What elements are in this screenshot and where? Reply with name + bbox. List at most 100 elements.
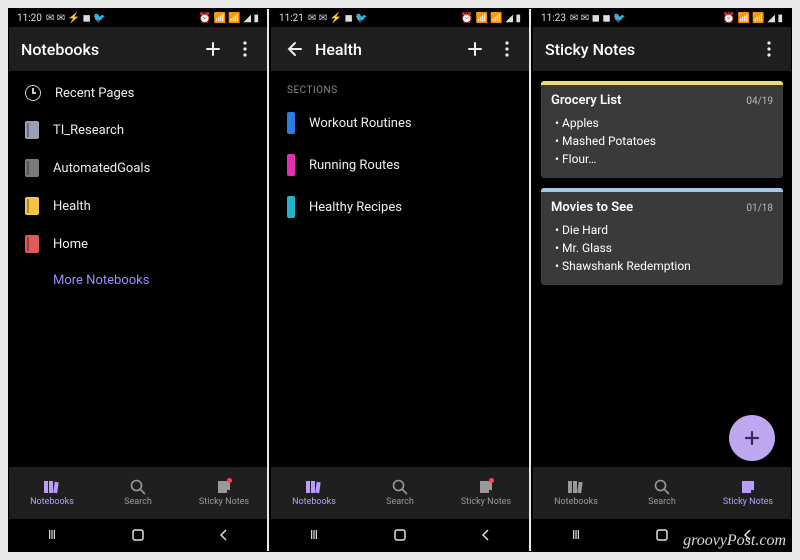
page-title: Notebooks xyxy=(21,40,191,59)
notebook-item[interactable]: Home xyxy=(9,225,267,263)
tab-label: Search xyxy=(648,497,676,507)
sticky-notes-area: Grocery List 04/19 Apples Mashed Potatoe… xyxy=(533,71,791,467)
note-item: Apples xyxy=(555,114,773,132)
clock-text: 11:20 xyxy=(17,13,42,24)
more-icon[interactable] xyxy=(497,39,517,59)
section-color-icon xyxy=(287,154,295,176)
sticky-note-card[interactable]: Movies to See 01/18 Die Hard Mr. Glass S… xyxy=(541,188,783,285)
search-icon xyxy=(129,479,147,495)
recent-pages-label: Recent Pages xyxy=(55,86,134,101)
notebook-label: TI_Research xyxy=(53,123,124,138)
search-icon xyxy=(653,479,671,495)
notebook-icon xyxy=(25,235,39,253)
note-item: Shawshank Redemption xyxy=(555,257,773,275)
tab-label: Notebooks xyxy=(554,497,598,507)
android-nav: Ⅲ xyxy=(9,519,267,551)
more-notebooks-link[interactable]: More Notebooks xyxy=(9,263,267,298)
status-bar: 11:21 ✉ ✉ ⚡ ◼ 🐦 ⏰ 📶 📶 ◢ ▮ xyxy=(271,9,529,27)
new-note-fab[interactable] xyxy=(729,415,775,461)
sticky-icon xyxy=(215,479,233,495)
bottom-tabs: Notebooks Search Sticky Notes xyxy=(9,467,267,519)
tab-label: Search xyxy=(386,497,414,507)
back-button[interactable] xyxy=(476,528,496,542)
recent-pages-item[interactable]: Recent Pages xyxy=(9,75,267,111)
app-bar: Health xyxy=(271,27,529,71)
section-label-text: Healthy Recipes xyxy=(309,200,402,215)
section-color-icon xyxy=(287,196,295,218)
tab-sticky-notes[interactable]: Sticky Notes xyxy=(181,467,267,519)
note-items: Die Hard Mr. Glass Shawshank Redemption xyxy=(551,221,773,275)
notebook-item[interactable]: AutomatedGoals xyxy=(9,149,267,187)
status-icons-right: ⏰ 📶 📶 ◢ ▮ xyxy=(723,13,783,24)
tab-sticky-notes[interactable]: Sticky Notes xyxy=(705,467,791,519)
status-icons-right: ⏰ 📶 📶 ◢ ▮ xyxy=(461,13,521,24)
notebook-item[interactable]: TI_Research xyxy=(9,111,267,149)
tab-label: Sticky Notes xyxy=(199,497,249,507)
tab-search[interactable]: Search xyxy=(95,467,181,519)
tab-label: Sticky Notes xyxy=(723,497,773,507)
sticky-note-card[interactable]: Grocery List 04/19 Apples Mashed Potatoe… xyxy=(541,81,783,178)
add-icon[interactable] xyxy=(465,39,485,59)
sections-header: SECTIONS xyxy=(271,75,529,102)
note-title: Grocery List xyxy=(551,93,621,108)
notebook-item[interactable]: Health xyxy=(9,187,267,225)
note-date: 04/19 xyxy=(746,96,773,107)
books-icon xyxy=(567,479,585,495)
tab-label: Notebooks xyxy=(30,497,74,507)
section-label-text: Running Routes xyxy=(309,158,400,173)
note-item: Mashed Potatoes xyxy=(555,132,773,150)
status-bar: 11:23 ✉ ✉ ◼ ◼ 🐦 ⏰ 📶 📶 ◢ ▮ xyxy=(533,9,791,27)
notification-dot-icon xyxy=(227,478,232,483)
status-icons-left: ✉ ✉ ◼ ◼ 🐦 xyxy=(570,13,626,24)
status-icons-left: ✉ ✉ ⚡ ◼ 🐦 xyxy=(308,13,368,24)
tab-label: Notebooks xyxy=(292,497,336,507)
recents-button[interactable]: Ⅲ xyxy=(566,528,586,542)
back-button[interactable] xyxy=(738,528,758,542)
back-button[interactable] xyxy=(214,528,234,542)
note-title: Movies to See xyxy=(551,200,633,215)
note-items: Apples Mashed Potatoes Flour… xyxy=(551,114,773,168)
recents-button[interactable]: Ⅲ xyxy=(42,528,62,542)
tab-notebooks[interactable]: Notebooks xyxy=(9,467,95,519)
section-item[interactable]: Workout Routines xyxy=(271,102,529,144)
status-bar: 11:20 ✉ ✉ ⚡ ◼ 🐦 ⏰ 📶 📶 ◢ ▮ xyxy=(9,9,267,27)
notebook-label: Health xyxy=(53,199,91,214)
clock-icon xyxy=(25,85,41,101)
note-item: Flour… xyxy=(555,150,773,168)
search-icon xyxy=(391,479,409,495)
bottom-tabs: Notebooks Search Sticky Notes xyxy=(271,467,529,519)
tab-sticky-notes[interactable]: Sticky Notes xyxy=(443,467,529,519)
more-icon[interactable] xyxy=(759,39,779,59)
phone-sticky-notes: 11:23 ✉ ✉ ◼ ◼ 🐦 ⏰ 📶 📶 ◢ ▮ Sticky Notes G… xyxy=(533,9,791,551)
clock-text: 11:23 xyxy=(541,13,566,24)
page-title: Sticky Notes xyxy=(545,40,747,59)
triptych-frame: 11:20 ✉ ✉ ⚡ ◼ 🐦 ⏰ 📶 📶 ◢ ▮ Notebooks Rece… xyxy=(8,8,792,552)
home-button[interactable] xyxy=(128,528,148,542)
note-item: Mr. Glass xyxy=(555,239,773,257)
section-color-icon xyxy=(287,112,295,134)
clock-text: 11:21 xyxy=(279,13,304,24)
add-icon[interactable] xyxy=(203,39,223,59)
back-icon[interactable] xyxy=(283,39,303,59)
notebook-label: AutomatedGoals xyxy=(53,161,150,176)
phone-sections: 11:21 ✉ ✉ ⚡ ◼ 🐦 ⏰ 📶 📶 ◢ ▮ Health SECTION… xyxy=(271,9,531,551)
bottom-tabs: Notebooks Search Sticky Notes xyxy=(533,467,791,519)
status-icons-left: ✉ ✉ ⚡ ◼ 🐦 xyxy=(46,13,106,24)
app-bar: Sticky Notes xyxy=(533,27,791,71)
app-bar: Notebooks xyxy=(9,27,267,71)
tab-search[interactable]: Search xyxy=(619,467,705,519)
notebook-icon xyxy=(25,121,39,139)
home-button[interactable] xyxy=(652,528,672,542)
more-icon[interactable] xyxy=(235,39,255,59)
recents-button[interactable]: Ⅲ xyxy=(304,528,324,542)
notification-dot-icon xyxy=(489,478,494,483)
section-item[interactable]: Healthy Recipes xyxy=(271,186,529,228)
section-label-text: Workout Routines xyxy=(309,116,412,131)
note-date: 01/18 xyxy=(746,203,773,214)
sticky-icon xyxy=(739,479,757,495)
tab-notebooks[interactable]: Notebooks xyxy=(533,467,619,519)
section-item[interactable]: Running Routes xyxy=(271,144,529,186)
tab-search[interactable]: Search xyxy=(357,467,443,519)
tab-notebooks[interactable]: Notebooks xyxy=(271,467,357,519)
home-button[interactable] xyxy=(390,528,410,542)
